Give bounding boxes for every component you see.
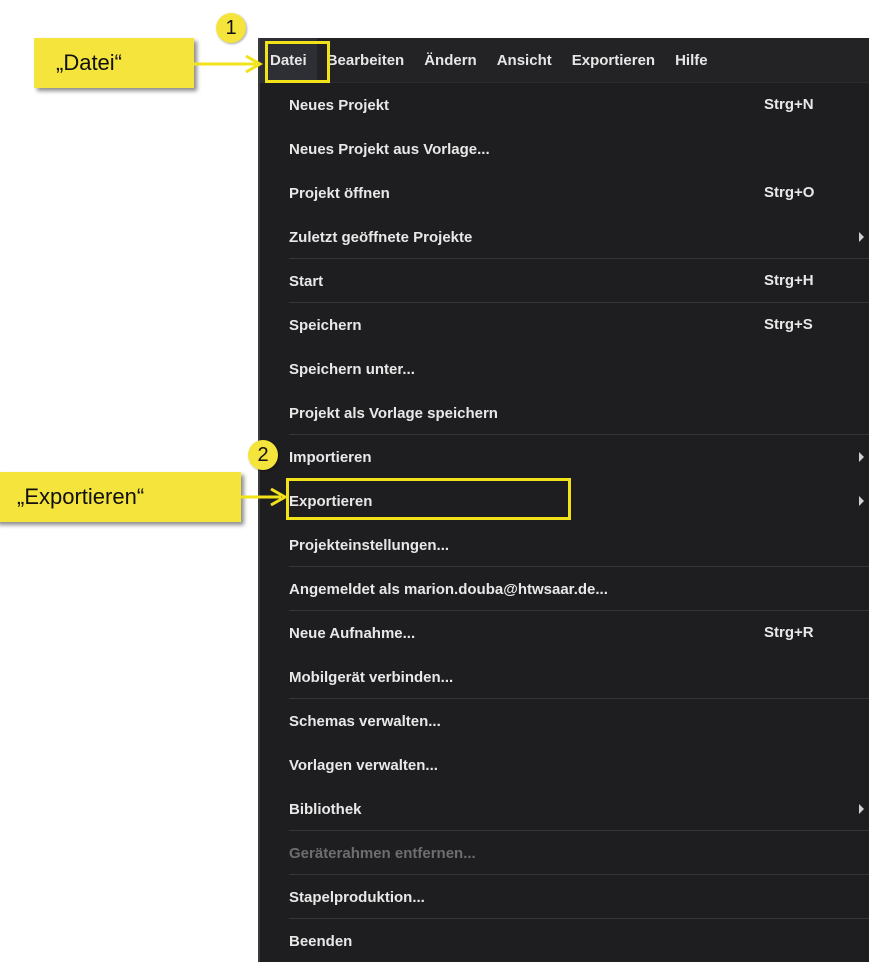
menu-item-bibliothek[interactable]: Bibliothek [289, 787, 869, 831]
menu-item-label: Projekt als Vorlage speichern [289, 404, 498, 422]
arrow-to-exportieren-icon [241, 487, 289, 507]
submenu-arrow-icon [859, 452, 864, 462]
step-badge-2: 2 [248, 440, 278, 470]
shortcut-label: Strg+N [764, 96, 814, 113]
menu-item-label: Stapelproduktion... [289, 888, 425, 906]
menu-item-label: Vorlagen verwalten... [289, 756, 438, 774]
shortcut-label: Strg+O [764, 184, 815, 201]
menu-item-projekteinstellungen[interactable]: Projekteinstellungen... [289, 523, 869, 567]
menu-item-projekt-als-vorlage-speichern[interactable]: Projekt als Vorlage speichern [289, 391, 869, 435]
menu-item-vorlagen-verwalten[interactable]: Vorlagen verwalten... [289, 743, 869, 787]
step-badge-1: 1 [216, 13, 246, 43]
shortcut-label: Strg+R [764, 624, 814, 641]
menu-item-neues-projekt-aus-vorlage[interactable]: Neues Projekt aus Vorlage... [289, 127, 869, 171]
menu-item-start[interactable]: Start Strg+H [289, 259, 869, 303]
menu-item-label: Schemas verwalten... [289, 712, 441, 730]
menu-bar: Datei Bearbeiten Ändern Ansicht Exportie… [260, 37, 869, 83]
menu-hilfe[interactable]: Hilfe [665, 38, 718, 83]
callout-datei: „Datei“ [34, 38, 194, 88]
menu-item-geraeterahmen-entfernen: Geräterahmen entfernen... [289, 831, 869, 875]
menu-item-label: Geräterahmen entfernen... [289, 844, 476, 862]
menu-item-neue-aufnahme[interactable]: Neue Aufnahme... Strg+R [289, 611, 869, 655]
menu-item-label: Bibliothek [289, 800, 362, 818]
menu-item-label: Angemeldet als marion.douba@htwsaar.de..… [289, 580, 608, 598]
menu-item-schemas-verwalten[interactable]: Schemas verwalten... [289, 699, 869, 743]
shortcut-label: Strg+H [764, 272, 814, 289]
menu-item-projekt-oeffnen[interactable]: Projekt öffnen Strg+O [289, 171, 869, 215]
menu-item-label: Neues Projekt aus Vorlage... [289, 140, 490, 158]
menu-item-beenden[interactable]: Beenden [289, 919, 869, 962]
menu-item-speichern[interactable]: Speichern Strg+S [289, 303, 869, 347]
shortcut-label: Strg+S [764, 316, 813, 333]
menu-item-angemeldet-als[interactable]: Angemeldet als marion.douba@htwsaar.de..… [289, 567, 869, 611]
highlight-datei-box [265, 41, 330, 83]
menu-bearbeiten[interactable]: Bearbeiten [317, 38, 415, 83]
submenu-arrow-icon [859, 804, 864, 814]
highlight-exportieren-box [286, 478, 571, 520]
menu-item-neues-projekt[interactable]: Neues Projekt Strg+N [289, 83, 869, 127]
datei-dropdown-menu: Neues Projekt Strg+N Neues Projekt aus V… [260, 83, 869, 962]
menu-ansicht[interactable]: Ansicht [487, 38, 562, 83]
menu-item-zuletzt-geoeffnete-projekte[interactable]: Zuletzt geöffnete Projekte [289, 215, 869, 259]
menu-item-label: Mobilgerät verbinden... [289, 668, 454, 686]
menu-item-label: Zuletzt geöffnete Projekte [289, 228, 473, 246]
menu-item-label: Importieren [289, 448, 372, 466]
menu-item-stapelproduktion[interactable]: Stapelproduktion... [289, 875, 869, 919]
menu-exportieren[interactable]: Exportieren [562, 38, 665, 83]
menu-item-label: Beenden [289, 932, 353, 950]
callout-exportieren: „Exportieren“ [0, 472, 241, 522]
submenu-arrow-icon [859, 232, 864, 242]
arrow-to-datei-icon [194, 54, 264, 74]
menu-item-speichern-unter[interactable]: Speichern unter... [289, 347, 869, 391]
menu-item-label: Projekteinstellungen... [289, 536, 450, 554]
submenu-arrow-icon [859, 496, 864, 506]
menu-item-importieren[interactable]: Importieren [289, 435, 869, 479]
menu-item-label: Speichern unter... [289, 360, 415, 378]
menu-aendern[interactable]: Ändern [414, 38, 487, 83]
menu-item-mobilgeraet-verbinden[interactable]: Mobilgerät verbinden... [289, 655, 869, 699]
